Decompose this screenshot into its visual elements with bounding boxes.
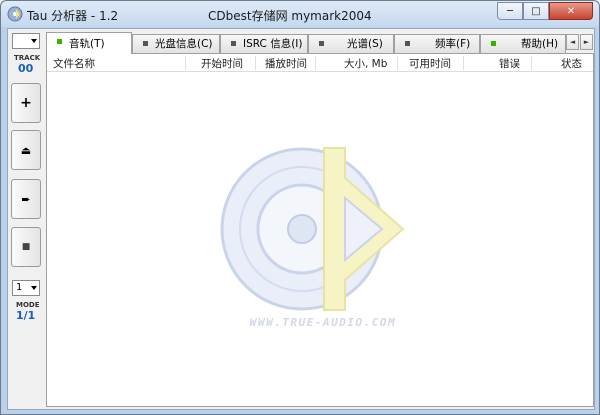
tab-indicator-icon	[405, 41, 410, 46]
track-dropdown[interactable]	[12, 33, 40, 49]
true-audio-logo	[220, 147, 405, 311]
column-divider[interactable]	[255, 56, 256, 70]
tab-indicator-icon	[319, 41, 324, 46]
stop-button[interactable]: ■	[11, 227, 41, 267]
tab-label: 频率(F)	[435, 38, 471, 50]
track-list-panel[interactable]: 文件名称 开始时间 播放时间 大小, Mb 可用时间 错误 状态 WWW.TRU…	[46, 53, 594, 407]
plus-icon: +	[20, 95, 32, 111]
tab-label: ISRC 信息(I)	[243, 38, 303, 50]
tab-spectrum[interactable]: 光谱(S)	[308, 34, 394, 53]
track-label: TRACK	[14, 54, 41, 62]
caption-buttons: ─ □ ✕	[497, 2, 593, 20]
tab-indicator-icon	[57, 39, 62, 44]
tab-indicator-icon	[143, 41, 148, 46]
client-area: TRACK 00 + ⏏ ➨ ■ 1 MODE 1/1 音轨(T) 光盘信息(C…	[7, 28, 595, 410]
column-header-filename[interactable]: 文件名称	[53, 56, 95, 71]
chevron-down-icon	[31, 286, 37, 290]
tab-tracks[interactable]: 音轨(T)	[46, 32, 132, 54]
arrow-left-icon: ◄	[569, 38, 576, 46]
app-icon	[7, 6, 23, 22]
mode-label: MODE	[16, 301, 40, 309]
minimize-icon: ─	[506, 5, 514, 17]
mode-value: 1/1	[16, 309, 36, 322]
tab-scroll-left-button[interactable]: ◄	[566, 34, 579, 50]
tab-frequency[interactable]: 频率(F)	[394, 34, 480, 53]
column-divider[interactable]	[315, 56, 316, 70]
tab-label: 音轨(T)	[69, 38, 105, 50]
left-toolbar: TRACK 00 + ⏏ ➨ ■ 1 MODE 1/1	[10, 31, 44, 407]
column-header-play-time[interactable]: 播放时间	[265, 56, 307, 71]
tab-isrc-info[interactable]: ISRC 信息(I)	[220, 34, 308, 53]
tab-indicator-icon	[231, 41, 236, 46]
window-title: Tau 分析器 - 1.2	[27, 9, 119, 23]
column-header-start-time[interactable]: 开始时间	[201, 56, 243, 71]
eject-icon: ⏏	[20, 143, 32, 157]
watermark-url: WWW.TRUE-AUDIO.COM	[249, 316, 397, 329]
column-header-available-time[interactable]: 可用时间	[409, 56, 451, 71]
app-window: Tau 分析器 - 1.2 CDbest存储网 mymark2004 ─ □ ✕…	[0, 0, 600, 415]
mode-dropdown[interactable]: 1	[12, 280, 40, 296]
tab-disc-info[interactable]: 光盘信息(C)	[132, 34, 220, 53]
title-bar[interactable]: Tau 分析器 - 1.2 CDbest存储网 mymark2004 ─ □ ✕	[1, 1, 599, 27]
column-divider[interactable]	[463, 56, 464, 70]
column-header-status[interactable]: 状态	[561, 56, 582, 71]
column-divider[interactable]	[397, 56, 398, 70]
track-number: 00	[18, 62, 34, 75]
column-header-errors[interactable]: 错误	[499, 56, 520, 71]
forward-button[interactable]: ➨	[11, 179, 41, 219]
column-divider[interactable]	[531, 56, 532, 70]
arrow-right-icon: ➨	[21, 192, 31, 206]
maximize-icon: □	[531, 5, 541, 17]
tab-label: 光盘信息(C)	[155, 38, 213, 50]
tab-strip: 音轨(T) 光盘信息(C) ISRC 信息(I) 光谱(S) 频率(F) 帮助(…	[46, 32, 594, 54]
window-subtitle: CDbest存储网 mymark2004	[208, 9, 372, 23]
close-button[interactable]: ✕	[549, 2, 593, 20]
tab-label: 帮助(H)	[521, 38, 559, 50]
column-divider[interactable]	[185, 56, 186, 70]
column-header-size[interactable]: 大小, Mb	[344, 56, 387, 71]
tab-help[interactable]: 帮助(H)	[480, 34, 566, 53]
mode-select-value: 1	[16, 282, 23, 293]
chevron-down-icon	[31, 39, 37, 43]
arrow-right-icon: ►	[583, 38, 590, 46]
tab-label: 光谱(S)	[347, 38, 383, 50]
close-icon: ✕	[566, 5, 576, 17]
stop-icon: ■	[21, 242, 31, 252]
list-header: 文件名称 开始时间 播放时间 大小, Mb 可用时间 错误 状态	[47, 54, 593, 72]
add-button[interactable]: +	[11, 83, 41, 123]
tab-scroll-right-button[interactable]: ►	[580, 34, 593, 50]
eject-button[interactable]: ⏏	[11, 130, 41, 170]
minimize-button[interactable]: ─	[497, 2, 523, 20]
tab-indicator-icon	[491, 41, 496, 46]
maximize-button[interactable]: □	[523, 2, 549, 20]
